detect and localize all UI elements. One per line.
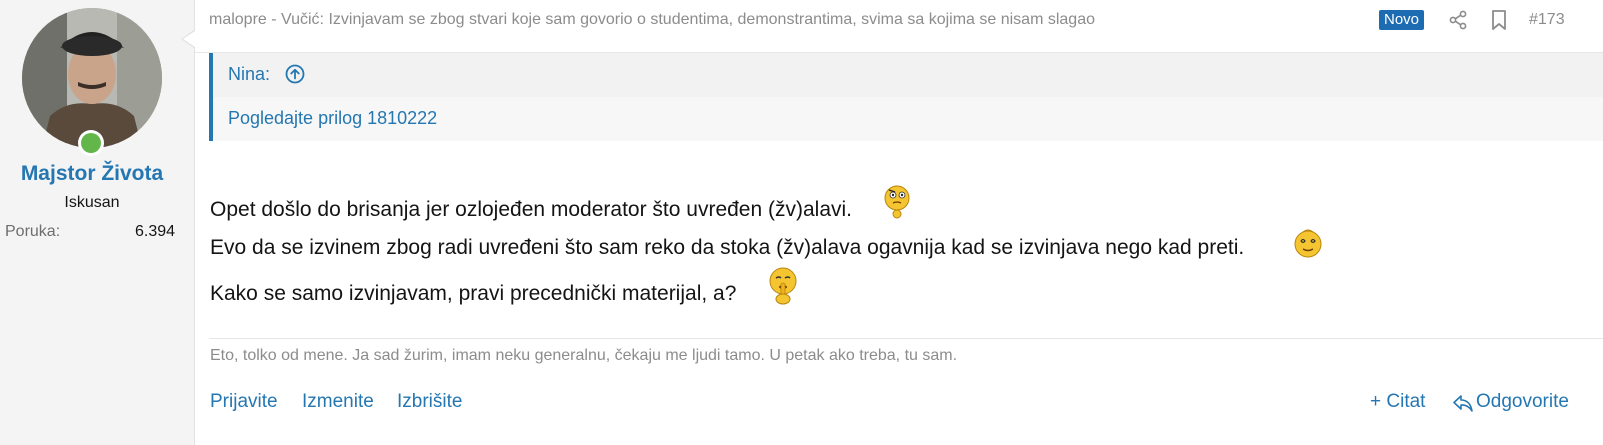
username[interactable]: Majstor Života (0, 162, 184, 186)
quote-attachment-link[interactable]: Pogledajte prilog 1810222 (228, 108, 437, 129)
user-title: Iskusan (64, 194, 120, 211)
delete-link[interactable]: Izbrišite (397, 391, 462, 413)
edit-link[interactable]: Izmenite (302, 391, 374, 413)
quote-header: Nina: (213, 53, 1603, 97)
new-badge: Novo (1379, 10, 1425, 30)
quote-block: Nina: Pogledajte prilog 1810222 (209, 53, 1603, 141)
signature-text: Eto, tolko od mene. Ja sad žurim, imam n… (210, 347, 958, 364)
thread-title: malopre - Vučić: Izvinjavam se zbog stva… (209, 11, 1095, 28)
messages-count: 6.394 (135, 223, 176, 240)
reply-icon[interactable] (1452, 392, 1474, 414)
user-avatar[interactable] (22, 8, 162, 148)
message-arrow-inner (183, 31, 195, 47)
share-icon[interactable] (1447, 9, 1469, 31)
avatar-photo (22, 8, 162, 148)
arrow-up-circle-icon[interactable] (285, 64, 305, 84)
online-icon (81, 133, 101, 153)
dizzy-smiley-icon (1294, 229, 1322, 258)
post-number[interactable]: #173 (1529, 11, 1565, 29)
message-line-2: Evo da se izvinem zbog radi uvređeni što… (210, 236, 1245, 259)
reply-button[interactable]: Odgovorite (1476, 391, 1569, 413)
messages-label: Poruka: (5, 223, 61, 240)
message-user-sidebar: Majstor Života Iskusan Poruka: 6.394 (0, 0, 195, 445)
shushing-smiley-icon (769, 267, 797, 305)
message-line-1: Opet došlo do brisanja jer ozlojeđen mod… (210, 198, 853, 221)
quote-author[interactable]: Nina: (228, 64, 270, 85)
message-header: malopre - Vučić: Izvinjavam se zbog stva… (195, 0, 1603, 53)
thinking-smiley-icon (884, 185, 910, 219)
bookmark-icon[interactable] (1488, 9, 1510, 31)
quote-button[interactable]: + Citat (1370, 391, 1425, 413)
report-link[interactable]: Prijavite (210, 391, 278, 413)
online-status-badge (78, 130, 104, 156)
message-line-3: Kako se samo izvinjavam, pravi precednič… (210, 282, 737, 305)
signature: Eto, tolko od mene. Ja sad žurim, imam n… (209, 338, 1603, 364)
